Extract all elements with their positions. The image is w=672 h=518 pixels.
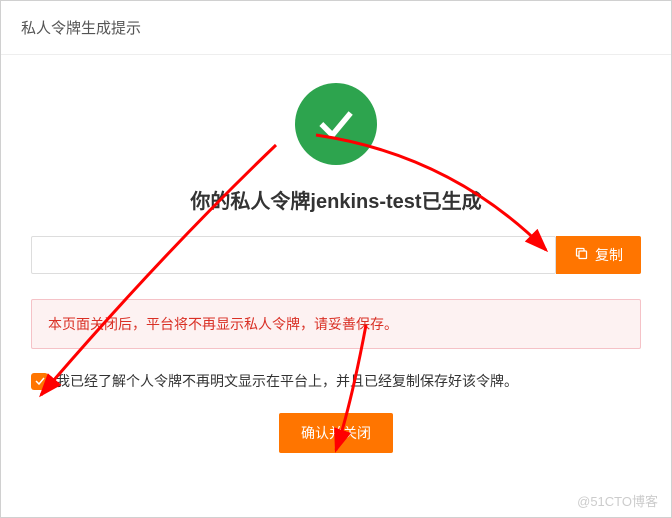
confirm-close-button[interactable]: 确认并关闭 <box>279 413 393 453</box>
main-title: 你的私人令牌jenkins-test已生成 <box>190 185 481 214</box>
copy-icon <box>574 246 589 264</box>
success-icon <box>295 83 377 165</box>
modal-title: 私人令牌生成提示 <box>21 20 141 37</box>
title-prefix: 你的私人令牌 <box>190 191 310 213</box>
watermark: @51CTO博客 <box>577 491 658 510</box>
checkbox-row[interactable]: 我已经了解个人令牌不再明文显示在平台上，并且已经复制保存好该令牌。 <box>31 371 641 391</box>
warning-text: 本页面关闭后，平台将不再显示私人令牌，请妥善保存。 <box>48 316 398 332</box>
modal-body: 你的私人令牌jenkins-test已生成 复制 本页面关闭后，平台将不再显示私… <box>1 55 671 517</box>
checkbox-confirm[interactable] <box>31 373 48 390</box>
checkbox-label: 我已经了解个人令牌不再明文显示在平台上，并且已经复制保存好该令牌。 <box>56 371 518 391</box>
token-row: 复制 <box>31 236 641 274</box>
title-suffix: 已生成 <box>422 191 482 213</box>
token-modal: 私人令牌生成提示 你的私人令牌jenkins-test已生成 复制 本页面关闭后… <box>0 0 672 518</box>
copy-label: 复制 <box>595 245 623 265</box>
warning-box: 本页面关闭后，平台将不再显示私人令牌，请妥善保存。 <box>31 299 641 349</box>
copy-button[interactable]: 复制 <box>556 236 641 274</box>
token-name: jenkins-test <box>310 191 421 213</box>
token-input[interactable] <box>31 236 556 274</box>
modal-header: 私人令牌生成提示 <box>1 1 671 55</box>
